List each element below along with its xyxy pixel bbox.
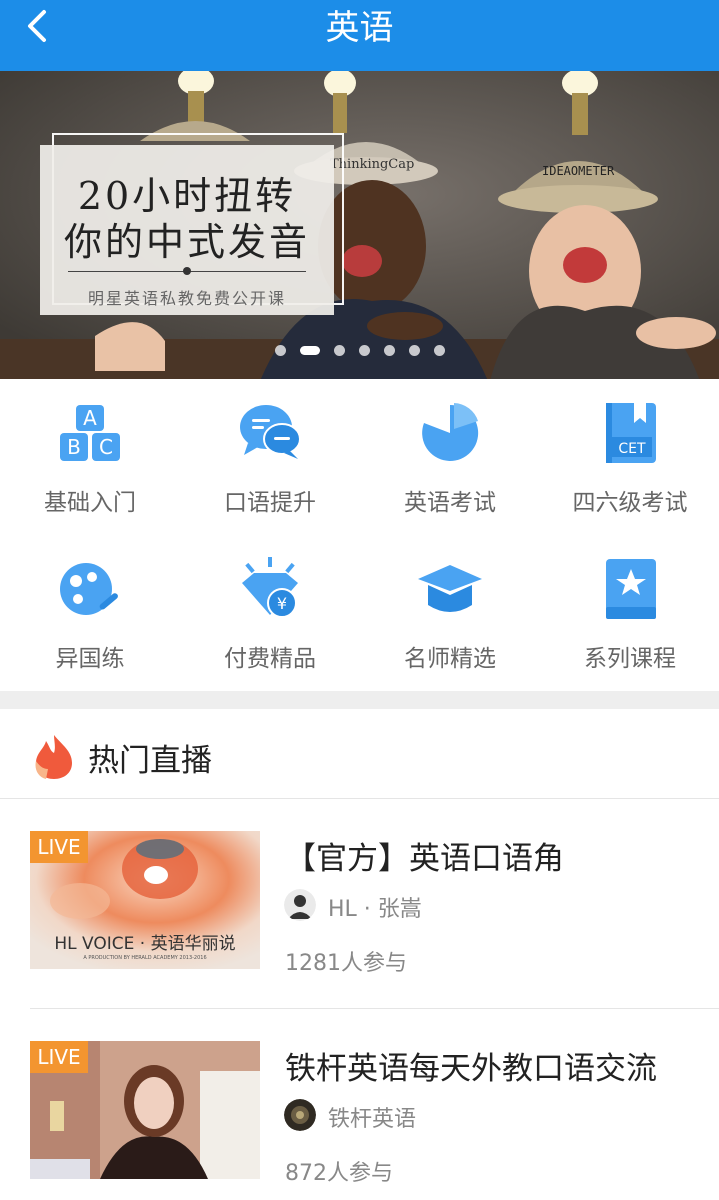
banner-carousel[interactable]: ThinkingCap IDEAOMETER 20小时扭转 你的中式发音 明星英… <box>0 71 719 379</box>
top-nav-bar: 英语 <box>0 0 719 71</box>
abc-blocks-icon: A B C <box>60 405 120 461</box>
chat-bubbles-icon <box>240 405 301 459</box>
promo-box: 20小时扭转 你的中式发音 明星英语私教免费公开课 <box>40 145 334 315</box>
live-badge: LIVE <box>30 1041 88 1073</box>
category-abroad[interactable]: 异国练 <box>0 535 180 691</box>
category-label: 基础入门 <box>44 490 136 516</box>
author-avatar[interactable] <box>284 889 316 921</box>
star-book-icon <box>606 559 656 619</box>
page-title: 英语 <box>325 8 394 48</box>
carousel-dot[interactable] <box>358 345 370 356</box>
live-thumbnail[interactable]: LIVE HL VOICE · 英语华丽说 A PRODUCTION BY HE… <box>30 831 260 969</box>
category-label: 名师精选 <box>404 646 496 672</box>
graduation-cap-icon <box>418 565 482 612</box>
cet-book-icon: CET <box>606 403 656 463</box>
category-label: 系列课程 <box>584 646 676 672</box>
cet-text: CET <box>618 441 646 457</box>
participant-count: 1281人参与 <box>285 951 407 976</box>
promo-subtitle: 明星英语私教免费公开课 <box>87 289 286 308</box>
carousel-dot[interactable] <box>274 345 286 356</box>
live-item[interactable]: LIVE 铁杆英语每天外教口语交流 铁杆英语 872人参与 <box>0 1009 719 1200</box>
thumbnail-caption: HL VOICE · 英语华丽说 <box>54 934 236 954</box>
category-label: 口语提升 <box>224 490 316 516</box>
hat-label-right: IDEAOMETER <box>542 164 615 178</box>
svg-text:A: A <box>83 406 97 430</box>
svg-text:¥: ¥ <box>277 594 287 613</box>
category-teachers[interactable]: 名师精选 <box>360 535 540 691</box>
film-reel-icon <box>60 563 118 615</box>
category-basic[interactable]: A B C 基础入门 <box>0 379 180 535</box>
category-label: 付费精品 <box>224 646 316 672</box>
live-thumbnail[interactable]: LIVE <box>30 1041 260 1179</box>
category-series[interactable]: 系列课程 <box>540 535 719 691</box>
carousel-dot[interactable] <box>383 345 395 356</box>
hot-live-header: 热门直播 <box>0 709 719 799</box>
live-title: 铁杆英语每天外教口语交流 <box>285 1051 657 1087</box>
category-label: 英语考试 <box>404 490 496 516</box>
carousel-dot[interactable] <box>333 345 345 356</box>
carousel-dot[interactable] <box>408 345 420 356</box>
live-item[interactable]: LIVE HL VOICE · 英语华丽说 A PRODUCTION BY HE… <box>0 799 719 1009</box>
category-label: 四六级考试 <box>572 490 688 516</box>
carousel-indicator <box>0 345 719 356</box>
category-grid: A B C 基础入门 口语提升 英语考试 CET 四六级考试 异国练 ¥ 付费精… <box>0 379 719 691</box>
author-name[interactable]: 铁杆英语 <box>328 1101 416 1133</box>
carousel-dot-active[interactable] <box>299 346 320 355</box>
section-title: 热门直播 <box>88 743 212 779</box>
promo-divider-dot <box>183 267 191 275</box>
svg-text:C: C <box>99 435 113 459</box>
live-badge: LIVE <box>30 831 88 863</box>
svg-text:B: B <box>67 435 81 459</box>
thumbnail-fine-print: A PRODUCTION BY HERALD ACADEMY 2013-2016 <box>83 955 207 961</box>
promo-card: 20小时扭转 你的中式发音 明星英语私教免费公开课 <box>40 133 344 315</box>
diamond-coin-icon: ¥ <box>242 557 298 618</box>
live-title: 【官方】英语口语角 <box>285 841 564 877</box>
category-premium[interactable]: ¥ 付费精品 <box>180 535 360 691</box>
author-name[interactable]: HL · 张嵩 <box>328 891 422 923</box>
category-exam[interactable]: 英语考试 <box>360 379 540 535</box>
category-label: 异国练 <box>55 646 125 672</box>
promo-headline-2: 你的中式发音 <box>63 220 310 264</box>
fire-icon <box>35 735 72 779</box>
carousel-dot[interactable] <box>433 345 445 356</box>
author-avatar[interactable] <box>284 1099 316 1131</box>
category-cet[interactable]: CET 四六级考试 <box>540 379 719 535</box>
participant-count: 872人参与 <box>285 1161 393 1186</box>
section-gap <box>0 691 719 709</box>
pie-chart-icon <box>422 403 479 461</box>
category-speaking[interactable]: 口语提升 <box>180 379 360 535</box>
